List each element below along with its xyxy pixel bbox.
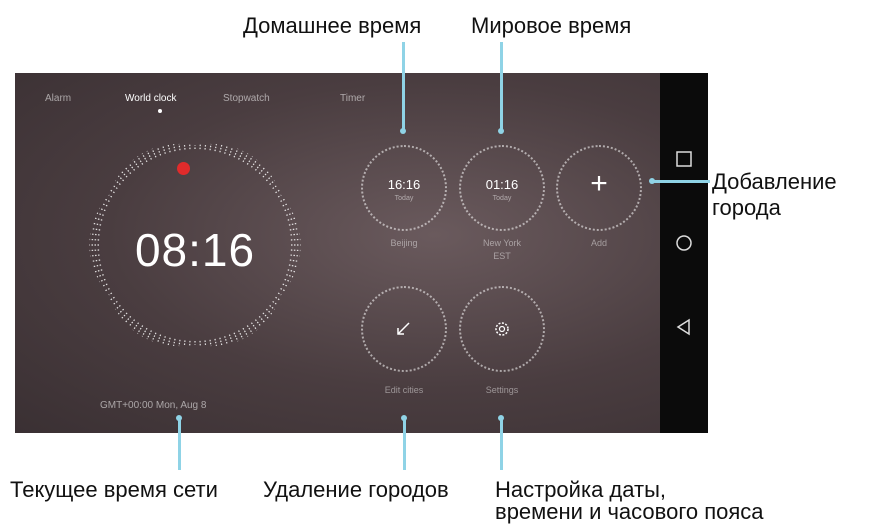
connector-home-time [402, 42, 405, 130]
connector-settings-dot [498, 415, 504, 421]
city-clock-world-label: New York [447, 238, 557, 248]
callout-home-time: Домашнее время [243, 14, 421, 38]
connector-add-city-dot [649, 178, 655, 184]
city-clock-home-day: Today [361, 195, 447, 202]
world-clock-screen: Alarm World clock Stopwatch Timer 08:16 … [15, 73, 660, 433]
second-indicator [177, 162, 190, 175]
tab-alarm[interactable]: Alarm [45, 93, 71, 104]
city-clock-home-label: Beijing [349, 238, 459, 248]
edit-cities-label: Edit cities [349, 385, 459, 395]
city-clock-world-time: 01:16 [459, 177, 545, 192]
city-clock-world-label-2: EST [447, 251, 557, 261]
callout-settings-line2: времени и часового пояса [495, 500, 764, 524]
callout-add-city-line1: Добавление [712, 170, 837, 194]
plus-icon: + [556, 169, 642, 199]
tab-timer[interactable]: Timer [340, 93, 365, 104]
square-nav-icon[interactable] [674, 149, 694, 169]
add-city-label: Add [544, 238, 654, 248]
city-clock-home-time: 16:16 [361, 177, 447, 192]
active-tab-indicator [158, 109, 162, 113]
tab-world-clock[interactable]: World clock [125, 93, 177, 104]
back-nav-icon[interactable] [674, 317, 694, 337]
connector-delete-cities [403, 418, 406, 470]
circle-nav-icon[interactable] [674, 233, 694, 253]
callout-delete-cities: Удаление городов [263, 478, 449, 502]
connector-settings [500, 418, 503, 470]
gear-icon [493, 320, 511, 338]
tab-stopwatch[interactable]: Stopwatch [223, 93, 270, 104]
callout-add-city-line2: города [712, 196, 781, 220]
edit-icon [396, 320, 412, 336]
connector-home-time-dot [400, 128, 406, 134]
callout-network-time: Текущее время сети [10, 478, 218, 502]
connector-add-city [652, 180, 710, 183]
city-clock-world-day: Today [459, 195, 545, 202]
connector-network-time [178, 418, 181, 470]
navigation-bar [660, 73, 708, 433]
connector-world-time [500, 42, 503, 130]
network-time-text: GMT+00:00 Mon, Aug 8 [100, 400, 206, 411]
connector-delete-cities-dot [401, 415, 407, 421]
callout-world-time: Мировое время [471, 14, 631, 38]
connector-network-time-dot [176, 415, 182, 421]
settings-label: Settings [447, 385, 557, 395]
connector-world-time-dot [498, 128, 504, 134]
main-clock-time: 08:16 [85, 223, 305, 277]
